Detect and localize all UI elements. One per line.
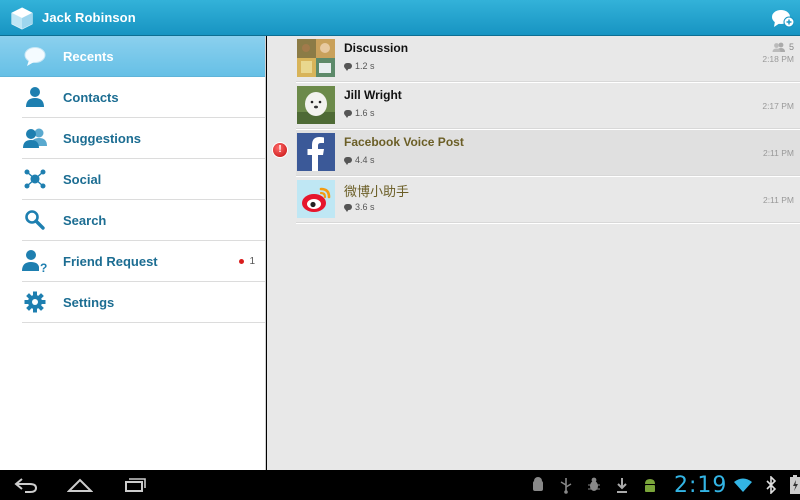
conversation-time: 2:11 PM (762, 195, 794, 205)
usb-icon (556, 475, 576, 495)
status-icons: 2:19 (528, 470, 800, 500)
conversation-name: Jill Wright (344, 88, 402, 102)
new-conversation-button[interactable] (770, 7, 795, 29)
voice-message-icon (344, 157, 352, 165)
android-icon (640, 475, 660, 495)
message-duration: 4.4 s (355, 155, 375, 165)
sidebar-item-settings[interactable]: Settings (22, 282, 265, 323)
alert-icon: ! (273, 143, 287, 157)
member-count-value: 5 (788, 42, 794, 52)
people-icon (22, 125, 48, 151)
conversation-meta: 1.2 s (344, 61, 375, 71)
conversation-meta: 3.6 s (344, 202, 375, 212)
chat-bubble-icon (22, 43, 48, 69)
conversation-meta: 4.4 s (344, 155, 375, 165)
group-avatar (297, 39, 335, 77)
conversation-item-discussion[interactable]: Discussion 1.2 s 5 2:18 PM (296, 36, 800, 83)
message-duration: 3.6 s (355, 202, 375, 212)
conversation-time: 2:11 PM (762, 148, 794, 158)
wifi-icon (733, 475, 753, 495)
voice-message-icon (344, 110, 352, 118)
clock: 2:19 (674, 472, 728, 498)
network-icon (22, 166, 48, 192)
conversation-list: Discussion 1.2 s 5 2:18 PM Jill Wright 1… (267, 36, 800, 470)
weibo-logo-icon (297, 180, 335, 218)
voice-message-icon (344, 63, 352, 71)
sidebar-item-label: Social (63, 171, 102, 187)
badge-count: 1 (249, 255, 255, 267)
android-debug-icon (528, 475, 548, 495)
sidebar-item-label: Settings (63, 294, 115, 310)
bug-icon (584, 475, 604, 495)
home-icon (67, 478, 93, 492)
battery-icon (785, 475, 800, 495)
sidebar-item-friend-request[interactable]: ? Friend Request 1 (22, 241, 265, 282)
message-duration: 1.2 s (355, 61, 375, 71)
sidebar-item-label: Contacts (63, 89, 119, 105)
bluetooth-icon (761, 475, 781, 495)
member-count: 5 (772, 42, 794, 52)
svg-text:?: ? (40, 261, 47, 273)
message-duration: 1.6 s (355, 108, 375, 118)
download-icon (612, 475, 632, 495)
friend-request-icon: ? (22, 248, 48, 274)
app-logo-icon[interactable] (10, 6, 34, 30)
app-title: Jack Robinson (42, 10, 136, 25)
sidebar-item-contacts[interactable]: Contacts (22, 77, 265, 118)
back-icon (14, 478, 38, 493)
person-icon (22, 84, 48, 110)
sidebar-item-label: Suggestions (63, 130, 142, 146)
recent-apps-button[interactable] (114, 473, 154, 497)
conversation-item-facebook-voice-post[interactable]: ! Facebook Voice Post 4.4 s 2:11 PM (273, 130, 800, 177)
facebook-logo-icon (297, 133, 335, 171)
sidebar-item-label: Search (63, 212, 107, 228)
recent-apps-icon (125, 478, 146, 492)
conversation-name: 微博小助手 (344, 184, 410, 199)
notification-dot-icon (239, 258, 245, 264)
sidebar-item-label: Recents (63, 48, 114, 64)
gear-icon (22, 289, 48, 315)
conversation-meta: 1.6 s (344, 108, 375, 118)
system-navigation-bar: 2:19 (0, 470, 800, 500)
back-button[interactable] (6, 473, 46, 497)
title-bar: Jack Robinson (0, 0, 800, 36)
sidebar: Recents Contacts Suggestions Social Sear… (0, 36, 266, 470)
search-icon (22, 207, 48, 233)
sidebar-item-suggestions[interactable]: Suggestions (22, 118, 265, 159)
sidebar-item-recents[interactable]: Recents (0, 36, 265, 77)
sidebar-item-search[interactable]: Search (22, 200, 265, 241)
sidebar-item-label: Friend Request (63, 253, 158, 269)
conversation-time: 2:17 PM (762, 101, 794, 111)
friend-request-badge: 1 (239, 256, 255, 267)
sidebar-item-social[interactable]: Social (22, 159, 265, 200)
new-chat-icon (772, 10, 795, 28)
group-members-icon (772, 42, 785, 52)
conversation-name: Discussion (344, 41, 409, 55)
home-button[interactable] (60, 473, 100, 497)
conversation-item-jill-wright[interactable]: Jill Wright 1.6 s 2:17 PM (296, 83, 800, 130)
conversation-time: 2:18 PM (762, 54, 794, 64)
conversation-name: Facebook Voice Post (344, 135, 464, 149)
contact-avatar (297, 86, 335, 124)
conversation-item-weibo-assistant[interactable]: 微博小助手 3.6 s 2:11 PM (296, 177, 800, 224)
voice-message-icon (344, 204, 352, 212)
